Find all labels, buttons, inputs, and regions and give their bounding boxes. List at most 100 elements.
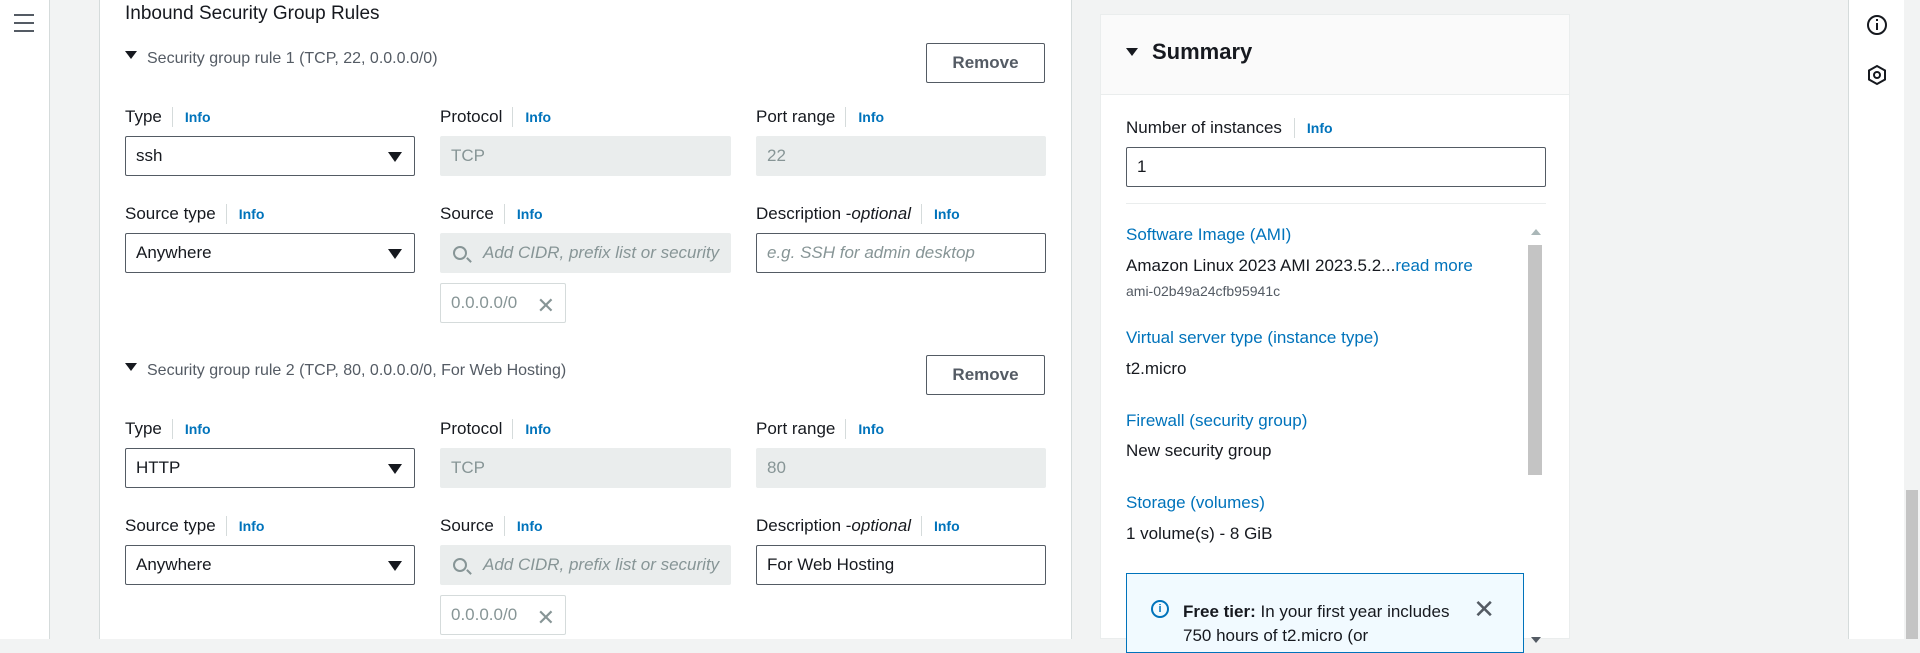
rule-1-source-type-select[interactable]: Anywhere [125, 233, 415, 273]
hexagon-icon[interactable] [1866, 64, 1888, 86]
ami-id: ami-02b49a24cfb95941c [1126, 283, 1281, 299]
summary-panel: Summary Number of instances Info 1 Softw… [1100, 14, 1570, 653]
type-info-link[interactable]: Info [171, 107, 211, 127]
section-title: Inbound Security Group Rules [125, 3, 380, 24]
rule-2-source-label: Source Info [440, 516, 543, 536]
info-icon: i [1151, 600, 1169, 618]
info-icon[interactable] [1866, 14, 1888, 36]
caret-down-icon [388, 152, 402, 162]
scroll-thumb[interactable] [1528, 245, 1542, 475]
rule-1-source-type-label: Source type Info [125, 204, 264, 224]
free-tier-alert: i Free tier: In your first year includes… [1126, 573, 1524, 653]
rule-1-type-label: Type Info [125, 107, 211, 127]
description-info-link[interactable]: Info [920, 204, 960, 224]
caret-down-icon [388, 249, 402, 259]
source-token-value: 0.0.0.0/0 [451, 605, 518, 624]
rule-2-source-search-input[interactable]: Add CIDR, prefix list or security [440, 545, 731, 585]
summary-title[interactable]: Summary [1126, 39, 1252, 65]
instance-type-link[interactable]: Virtual server type (instance type) [1126, 328, 1379, 348]
rule-1-description-input[interactable]: e.g. SSH for admin desktop [756, 233, 1046, 273]
storage-link[interactable]: Storage (volumes) [1126, 493, 1265, 513]
scroll-down-icon[interactable] [1531, 637, 1541, 643]
rule-1-remove-button[interactable]: Remove [926, 43, 1045, 83]
instance-type-value: t2.micro [1126, 359, 1187, 378]
summary-scrollbar[interactable] [1526, 225, 1544, 643]
rule-2-title: Security group rule 2 (TCP, 80, 0.0.0.0/… [147, 362, 567, 379]
right-tools-rail [1848, 0, 1904, 639]
rule-2-source-token: 0.0.0.0/0 ✕ [440, 595, 566, 635]
source-label-text: Source [440, 204, 494, 223]
rule-2-protocol-field: TCP [440, 448, 731, 488]
instances-info-link[interactable]: Info [1293, 118, 1333, 138]
source-type-label-text: Source type [125, 516, 216, 535]
port-info-link[interactable]: Info [845, 107, 884, 127]
type-label-text: Type [125, 107, 162, 126]
scroll-up-icon[interactable] [1531, 229, 1541, 235]
source-label-text: Source [440, 516, 494, 535]
caret-down-icon [125, 51, 137, 59]
type-label-text: Type [125, 419, 162, 438]
instances-label: Number of instances Info [1126, 118, 1333, 138]
rule-2-type-label: Type Info [125, 419, 211, 439]
close-icon[interactable]: ✕ [1473, 594, 1495, 625]
rule-2-source-type-select[interactable]: Anywhere [125, 545, 415, 585]
type-info-link[interactable]: Info [171, 419, 211, 439]
source-type-select-value: Anywhere [136, 243, 212, 262]
read-more-link[interactable]: read more [1395, 256, 1472, 275]
port-label-text: Port range [756, 419, 836, 438]
port-info-link[interactable]: Info [845, 419, 884, 439]
close-icon[interactable]: ✕ [537, 605, 555, 631]
rule-1-type-select[interactable]: ssh [125, 136, 415, 176]
firewall-value: New security group [1126, 441, 1272, 460]
divider [1126, 203, 1546, 204]
source-type-info-link[interactable]: Info [225, 204, 264, 224]
rule-1-source-label: Source Info [440, 204, 543, 224]
page-scrollbar[interactable] [1904, 0, 1920, 639]
page-scroll-thumb[interactable] [1906, 490, 1918, 639]
rule-1-source-search-input[interactable]: Add CIDR, prefix list or security [440, 233, 731, 273]
rule-1-header[interactable]: Security group rule 1 (TCP, 22, 0.0.0.0/… [125, 50, 438, 68]
rule-2-source-type-label: Source type Info [125, 516, 264, 536]
instances-label-text: Number of instances [1126, 118, 1282, 137]
free-tier-text: Free tier: In your first year includes 7… [1183, 600, 1463, 648]
close-icon[interactable]: ✕ [537, 293, 555, 319]
ami-value: Amazon Linux 2023 AMI 2023.5.2...read mo… [1126, 256, 1473, 276]
source-info-link[interactable]: Info [503, 516, 543, 536]
protocol-info-link[interactable]: Info [512, 107, 551, 127]
left-nav-rail [0, 0, 50, 639]
protocol-info-link[interactable]: Info [512, 419, 551, 439]
source-search-placeholder: Add CIDR, prefix list or security [483, 243, 720, 262]
main-panel [99, 0, 1072, 639]
caret-down-icon [125, 363, 137, 371]
protocol-label-text: Protocol [440, 419, 503, 438]
free-tier-bold: Free tier: [1183, 602, 1256, 621]
rule-2-description-input[interactable]: For Web Hosting [756, 545, 1046, 585]
rule-2-header[interactable]: Security group rule 2 (TCP, 80, 0.0.0.0/… [125, 362, 566, 380]
firewall-link[interactable]: Firewall (security group) [1126, 411, 1307, 431]
source-type-select-value: Anywhere [136, 555, 212, 574]
rule-1-port-field: 22 [756, 136, 1046, 176]
search-icon [453, 558, 467, 572]
summary-header[interactable]: Summary [1101, 15, 1569, 95]
description-label-text: Description - [756, 516, 852, 535]
ami-value-text: Amazon Linux 2023 AMI 2023.5.2... [1126, 256, 1396, 275]
source-type-info-link[interactable]: Info [225, 516, 264, 536]
storage-value: 1 volume(s) - 8 GiB [1126, 524, 1273, 543]
menu-icon[interactable] [14, 14, 34, 32]
instances-input[interactable]: 1 [1126, 147, 1546, 187]
caret-down-icon [388, 561, 402, 571]
rule-1-source-token: 0.0.0.0/0 ✕ [440, 283, 566, 323]
rule-2-protocol-label: Protocol Info [440, 419, 551, 439]
description-info-link[interactable]: Info [920, 516, 960, 536]
ami-link[interactable]: Software Image (AMI) [1126, 225, 1291, 245]
port-label-text: Port range [756, 107, 836, 126]
rule-2-type-select[interactable]: HTTP [125, 448, 415, 488]
rule-1-port-label: Port range Info [756, 107, 884, 127]
source-info-link[interactable]: Info [503, 204, 543, 224]
rule-1-title: Security group rule 1 (TCP, 22, 0.0.0.0/… [147, 50, 438, 67]
search-icon [453, 246, 467, 260]
source-token-value: 0.0.0.0/0 [451, 293, 518, 312]
rule-2-remove-button[interactable]: Remove [926, 355, 1045, 395]
source-type-label-text: Source type [125, 204, 216, 223]
rule-2-description-label: Description - optional Info [756, 516, 960, 536]
